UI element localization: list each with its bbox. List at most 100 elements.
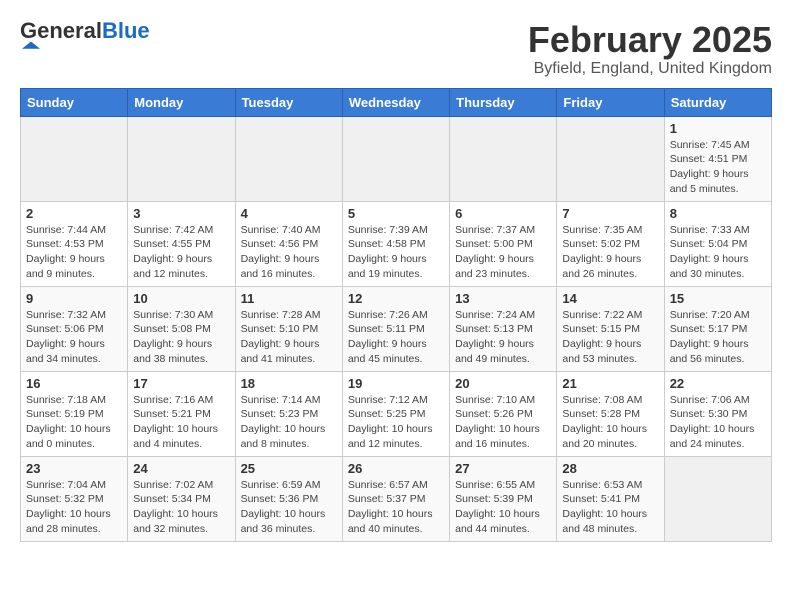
day-info: Sunrise: 7:35 AM Sunset: 5:02 PM Dayligh…: [562, 223, 658, 282]
calendar-cell: 21 Sunrise: 7:08 AM Sunset: 5:28 PM Dayli…: [557, 371, 664, 456]
day-number: 11: [241, 291, 337, 306]
weekday-header: Tuesday: [235, 88, 342, 116]
day-number: 10: [133, 291, 229, 306]
day-number: 17: [133, 376, 229, 391]
logo-blue: Blue: [102, 18, 150, 43]
day-number: 19: [348, 376, 444, 391]
day-info: Sunrise: 7:39 AM Sunset: 4:58 PM Dayligh…: [348, 223, 444, 282]
weekday-header: Monday: [128, 88, 235, 116]
day-number: 13: [455, 291, 551, 306]
day-info: Sunrise: 7:45 AM Sunset: 4:51 PM Dayligh…: [670, 138, 766, 197]
calendar-cell: 5 Sunrise: 7:39 AM Sunset: 4:58 PM Daylig…: [342, 201, 449, 286]
calendar-cell: 27 Sunrise: 6:55 AM Sunset: 5:39 PM Dayli…: [450, 456, 557, 541]
calendar-cell: 25 Sunrise: 6:59 AM Sunset: 5:36 PM Dayli…: [235, 456, 342, 541]
calendar-cell: 15 Sunrise: 7:20 AM Sunset: 5:17 PM Dayli…: [664, 286, 771, 371]
calendar-cell: [21, 116, 128, 201]
calendar-cell: 14 Sunrise: 7:22 AM Sunset: 5:15 PM Dayli…: [557, 286, 664, 371]
day-info: Sunrise: 7:30 AM Sunset: 5:08 PM Dayligh…: [133, 308, 229, 367]
weekday-header: Thursday: [450, 88, 557, 116]
calendar-week-row: 1Sunrise: 7:45 AM Sunset: 4:51 PM Daylig…: [21, 116, 772, 201]
calendar-cell: 18Sunrise: 7:14 AM Sunset: 5:23 PM Dayli…: [235, 371, 342, 456]
day-info: Sunrise: 7:06 AM Sunset: 5:30 PM Dayligh…: [670, 393, 766, 452]
calendar-cell: 12 Sunrise: 7:26 AM Sunset: 5:11 PM Dayli…: [342, 286, 449, 371]
calendar-cell: 13 Sunrise: 7:24 AM Sunset: 5:13 PM Dayli…: [450, 286, 557, 371]
day-number: 12: [348, 291, 444, 306]
day-info: Sunrise: 7:40 AM Sunset: 4:56 PM Dayligh…: [241, 223, 337, 282]
day-info: Sunrise: 7:14 AM Sunset: 5:23 PM Dayligh…: [241, 393, 337, 452]
calendar-cell: 11 Sunrise: 7:28 AM Sunset: 5:10 PM Dayli…: [235, 286, 342, 371]
day-info: Sunrise: 7:24 AM Sunset: 5:13 PM Dayligh…: [455, 308, 551, 367]
day-number: 16: [26, 376, 122, 391]
day-number: 25: [241, 461, 337, 476]
calendar-cell: 1Sunrise: 7:45 AM Sunset: 4:51 PM Daylig…: [664, 116, 771, 201]
calendar-cell: 6 Sunrise: 7:37 AM Sunset: 5:00 PM Daylig…: [450, 201, 557, 286]
day-info: Sunrise: 7:44 AM Sunset: 4:53 PM Dayligh…: [26, 223, 122, 282]
day-info: Sunrise: 7:16 AM Sunset: 5:21 PM Dayligh…: [133, 393, 229, 452]
day-info: Sunrise: 7:02 AM Sunset: 5:34 PM Dayligh…: [133, 478, 229, 537]
day-info: Sunrise: 7:10 AM Sunset: 5:26 PM Dayligh…: [455, 393, 551, 452]
calendar-cell: 17 Sunrise: 7:16 AM Sunset: 5:21 PM Dayli…: [128, 371, 235, 456]
location: Byfield, England, United Kingdom: [528, 60, 772, 78]
day-number: 22: [670, 376, 766, 391]
day-number: 23: [26, 461, 122, 476]
calendar-cell: 22 Sunrise: 7:06 AM Sunset: 5:30 PM Dayli…: [664, 371, 771, 456]
day-number: 9: [26, 291, 122, 306]
calendar-cell: 9 Sunrise: 7:32 AM Sunset: 5:06 PM Daylig…: [21, 286, 128, 371]
calendar-cell: 2 Sunrise: 7:44 AM Sunset: 4:53 PM Daylig…: [21, 201, 128, 286]
calendar-cell: [450, 116, 557, 201]
day-info: Sunrise: 6:53 AM Sunset: 5:41 PM Dayligh…: [562, 478, 658, 537]
calendar-week-row: 23 Sunrise: 7:04 AM Sunset: 5:32 PM Dayli…: [21, 456, 772, 541]
page-header: GeneralBlue February 2025 Byfield, Engla…: [20, 20, 772, 78]
day-info: Sunrise: 7:18 AM Sunset: 5:19 PM Dayligh…: [26, 393, 122, 452]
calendar-cell: [664, 456, 771, 541]
day-info: Sunrise: 6:55 AM Sunset: 5:39 PM Dayligh…: [455, 478, 551, 537]
weekday-header: Sunday: [21, 88, 128, 116]
day-info: Sunrise: 7:04 AM Sunset: 5:32 PM Dayligh…: [26, 478, 122, 537]
calendar-cell: 23 Sunrise: 7:04 AM Sunset: 5:32 PM Dayli…: [21, 456, 128, 541]
day-info: Sunrise: 7:33 AM Sunset: 5:04 PM Dayligh…: [670, 223, 766, 282]
calendar-cell: 19 Sunrise: 7:12 AM Sunset: 5:25 PM Dayli…: [342, 371, 449, 456]
calendar-header-row: SundayMondayTuesdayWednesdayThursdayFrid…: [21, 88, 772, 116]
day-number: 27: [455, 461, 551, 476]
calendar-cell: 7Sunrise: 7:35 AM Sunset: 5:02 PM Daylig…: [557, 201, 664, 286]
calendar-week-row: 2 Sunrise: 7:44 AM Sunset: 4:53 PM Daylig…: [21, 201, 772, 286]
calendar-week-row: 9 Sunrise: 7:32 AM Sunset: 5:06 PM Daylig…: [21, 286, 772, 371]
calendar-cell: [557, 116, 664, 201]
day-number: 14: [562, 291, 658, 306]
calendar-week-row: 16 Sunrise: 7:18 AM Sunset: 5:19 PM Dayli…: [21, 371, 772, 456]
calendar-cell: 16 Sunrise: 7:18 AM Sunset: 5:19 PM Dayli…: [21, 371, 128, 456]
day-info: Sunrise: 7:22 AM Sunset: 5:15 PM Dayligh…: [562, 308, 658, 367]
day-info: Sunrise: 7:37 AM Sunset: 5:00 PM Dayligh…: [455, 223, 551, 282]
calendar-cell: 20 Sunrise: 7:10 AM Sunset: 5:26 PM Dayli…: [450, 371, 557, 456]
day-info: Sunrise: 7:20 AM Sunset: 5:17 PM Dayligh…: [670, 308, 766, 367]
calendar-cell: [342, 116, 449, 201]
calendar-table: SundayMondayTuesdayWednesdayThursdayFrid…: [20, 88, 772, 542]
day-number: 26: [348, 461, 444, 476]
day-number: 3: [133, 206, 229, 221]
day-number: 8: [670, 206, 766, 221]
day-number: 21: [562, 376, 658, 391]
day-number: 20: [455, 376, 551, 391]
day-number: 5: [348, 206, 444, 221]
day-number: 6: [455, 206, 551, 221]
day-number: 15: [670, 291, 766, 306]
logo-icon: [22, 37, 40, 55]
day-info: Sunrise: 7:08 AM Sunset: 5:28 PM Dayligh…: [562, 393, 658, 452]
day-number: 4: [241, 206, 337, 221]
day-info: Sunrise: 7:12 AM Sunset: 5:25 PM Dayligh…: [348, 393, 444, 452]
calendar-cell: 24 Sunrise: 7:02 AM Sunset: 5:34 PM Dayli…: [128, 456, 235, 541]
calendar-cell: [235, 116, 342, 201]
day-number: 2: [26, 206, 122, 221]
day-info: Sunrise: 7:32 AM Sunset: 5:06 PM Dayligh…: [26, 308, 122, 367]
day-info: Sunrise: 6:59 AM Sunset: 5:36 PM Dayligh…: [241, 478, 337, 537]
calendar-cell: 26Sunrise: 6:57 AM Sunset: 5:37 PM Dayli…: [342, 456, 449, 541]
calendar-cell: 4 Sunrise: 7:40 AM Sunset: 4:56 PM Daylig…: [235, 201, 342, 286]
calendar-cell: 10 Sunrise: 7:30 AM Sunset: 5:08 PM Dayli…: [128, 286, 235, 371]
logo: GeneralBlue: [20, 20, 150, 60]
day-info: Sunrise: 7:42 AM Sunset: 4:55 PM Dayligh…: [133, 223, 229, 282]
day-info: Sunrise: 7:26 AM Sunset: 5:11 PM Dayligh…: [348, 308, 444, 367]
calendar-cell: [128, 116, 235, 201]
day-number: 24: [133, 461, 229, 476]
day-info: Sunrise: 7:28 AM Sunset: 5:10 PM Dayligh…: [241, 308, 337, 367]
calendar-cell: 3 Sunrise: 7:42 AM Sunset: 4:55 PM Daylig…: [128, 201, 235, 286]
